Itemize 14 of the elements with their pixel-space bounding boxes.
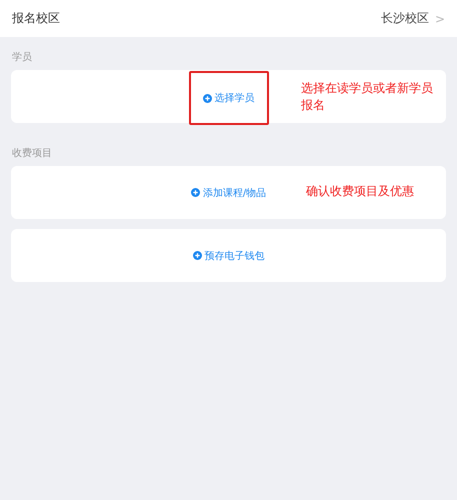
section-title: 学员 [11, 51, 33, 65]
annotation-text: 确认收费项目及优惠 [306, 183, 414, 200]
chevron-icon: > [434, 12, 445, 26]
plus-circle-icon [202, 94, 212, 102]
plus-circle-icon [190, 188, 200, 197]
campus-value: 长沙校区 [380, 10, 429, 27]
section-title: 收费项目 [11, 146, 53, 161]
annotation-text: 选择在读学员或者新学员报名 [301, 80, 434, 114]
add-button[interactable]: 预存电子钱包 [190, 246, 266, 264]
header-bar[interactable]: 报名校区 长沙校区 > [0, 0, 457, 37]
add-button[interactable]: 添加课程/物品 [188, 184, 268, 202]
add-button[interactable]: 选择学员 [200, 89, 256, 107]
campus-label: 报名校区 [12, 10, 60, 27]
plus-circle-icon [192, 251, 202, 260]
